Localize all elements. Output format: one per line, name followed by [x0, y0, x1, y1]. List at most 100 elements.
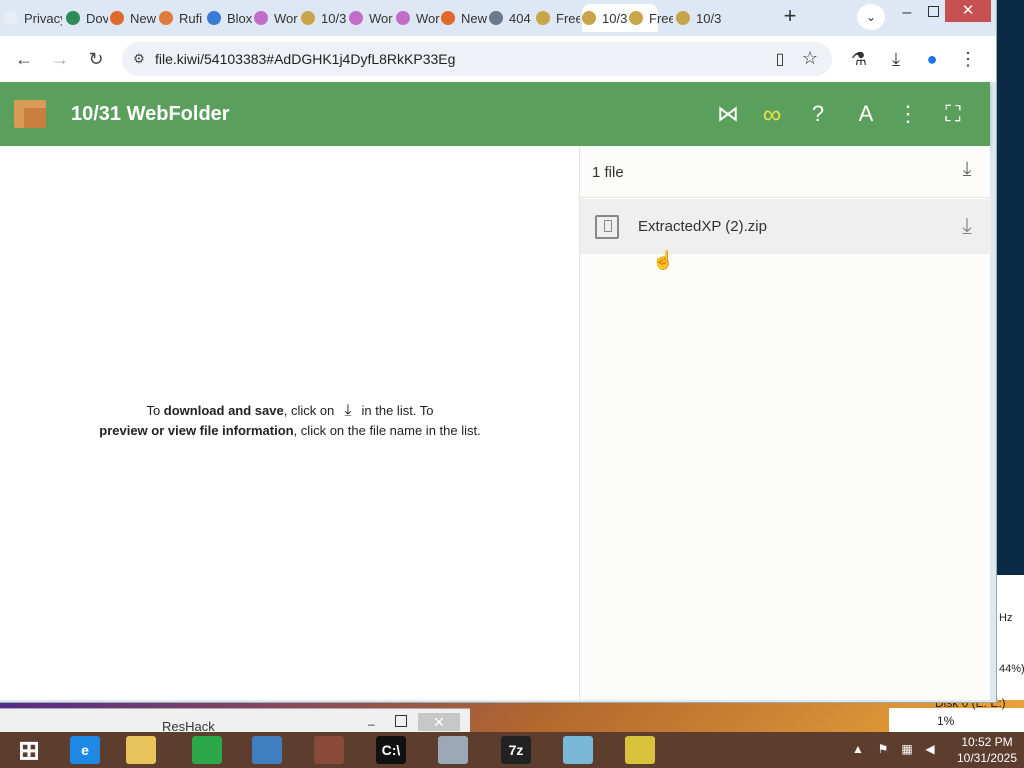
- tab-label: 404: [509, 10, 531, 26]
- download-all-icon[interactable]: ⤓: [954, 158, 980, 184]
- menu-kebab-icon[interactable]: ⋮: [956, 47, 980, 71]
- tab-label: Rufi: [179, 10, 203, 26]
- instructions-bold2: preview or view file information: [99, 423, 294, 438]
- page-content: 10/31 WebFolder ⋈ ∞ ? A ⋮ ⛶ To download …: [0, 82, 991, 700]
- reshack-icon: [625, 736, 655, 764]
- tab-search-button[interactable]: ⌄: [857, 4, 885, 30]
- reshack-maximize-button[interactable]: [395, 715, 407, 727]
- globe-app-icon: [252, 736, 282, 764]
- back-button[interactable]: ←: [11, 46, 37, 72]
- tab-favicon-icon: [110, 11, 124, 25]
- start-button[interactable]: ⊞: [0, 732, 58, 768]
- tray-expand-icon[interactable]: ▲: [850, 742, 866, 758]
- share-icon[interactable]: ⋈: [714, 100, 742, 128]
- taskbar-app-globe-app[interactable]: [238, 732, 296, 768]
- instructions-bold1: download and save: [163, 403, 284, 418]
- tab-label: Free: [556, 10, 580, 26]
- close-window-button[interactable]: ✕: [945, 0, 991, 22]
- browser-tab[interactable]: 10/3: [676, 4, 774, 32]
- tray-network-icon[interactable]: ▦: [899, 742, 915, 758]
- reload-button[interactable]: ↻: [83, 46, 109, 72]
- browser-tab[interactable]: Dov: [66, 4, 108, 32]
- instructions-part4: , click on the file name in the list.: [293, 423, 481, 438]
- tab-strip: Privacy a Dov New Rufi Blox Wor 10/3 Wor Wor New 4…: [0, 0, 996, 36]
- browser-tab[interactable]: Wor: [396, 4, 440, 32]
- more-options-icon[interactable]: ⋮: [894, 100, 922, 128]
- tab-favicon-icon: [489, 11, 503, 25]
- disk-percent: 1%: [937, 714, 955, 728]
- tab-favicon-icon: [349, 11, 363, 25]
- labs-flask-icon[interactable]: ⚗: [847, 47, 871, 71]
- browser-tab[interactable]: 404: [489, 4, 535, 32]
- file-name[interactable]: ExtractedXP (2).zip: [638, 218, 767, 235]
- tab-favicon-icon: [536, 11, 550, 25]
- tray-volume-icon[interactable]: ◀: [922, 742, 938, 758]
- taskbar-app-reshack[interactable]: [611, 732, 669, 768]
- file-download-icon[interactable]: ⤓: [953, 213, 981, 241]
- task-manager-icon: [438, 736, 468, 764]
- browser-tab[interactable]: Privacy a: [4, 4, 62, 32]
- tab-label: Wor: [416, 10, 440, 26]
- browser-tab[interactable]: New: [110, 4, 158, 32]
- taskbar-app-7zip[interactable]: 7z: [487, 732, 545, 768]
- tab-label: Blox: [227, 10, 253, 26]
- url-text[interactable]: file.kiwi/54103383#AdDGHK1j4DyfL8RkKP33E…: [155, 51, 455, 67]
- taskbar-app-store[interactable]: [178, 732, 236, 768]
- infinity-icon[interactable]: ∞: [758, 100, 786, 128]
- tab-favicon-icon: [254, 11, 268, 25]
- notepad-icon: [563, 736, 593, 764]
- taskbar-app-command-prompt[interactable]: C:\: [362, 732, 420, 768]
- browser-tab[interactable]: Wor: [349, 4, 395, 32]
- clock-time: 10:52 PM: [961, 735, 1013, 749]
- reshack-minimize-button[interactable]: –: [368, 717, 380, 731]
- tab-favicon-icon: [159, 11, 173, 25]
- tab-favicon-icon: [301, 11, 315, 25]
- maximize-button[interactable]: [928, 6, 939, 17]
- instructions-text: To download and save, click on ⤓ in the …: [60, 401, 520, 441]
- command-prompt-icon: C:\: [376, 736, 406, 764]
- zip-file-icon: [595, 215, 619, 239]
- translate-icon[interactable]: A: [852, 100, 880, 128]
- taskbar-app-file-explorer[interactable]: [112, 732, 170, 768]
- tab-label: Free: [649, 10, 673, 26]
- file-count: 1 file: [592, 164, 624, 181]
- browser-tab[interactable]: Rufi: [159, 4, 205, 32]
- tab-favicon-icon: [582, 11, 596, 25]
- page-info-icon[interactable]: ▯: [770, 49, 790, 69]
- reshack-close-button[interactable]: ✕: [418, 713, 460, 731]
- reshack-window-titlebar[interactable]: ResHack – ✕: [0, 708, 470, 734]
- site-info-icon[interactable]: ⚙: [130, 50, 148, 68]
- hz-label: Hz: [999, 612, 1013, 624]
- tray-flag-icon[interactable]: ⚑: [875, 742, 891, 758]
- browser-tab[interactable]: Free: [536, 4, 580, 32]
- fullscreen-icon[interactable]: ⛶: [939, 100, 967, 128]
- downloads-icon[interactable]: ⤓: [884, 47, 908, 71]
- instructions-part1: To: [146, 403, 164, 418]
- browser-tab[interactable]: Wor: [254, 4, 300, 32]
- file-list-item[interactable]: ExtractedXP (2).zip ⤓: [580, 199, 991, 254]
- help-icon[interactable]: ?: [804, 100, 832, 128]
- file-list-pane: 1 file ⤓ ExtractedXP (2).zip ⤓: [579, 146, 991, 700]
- address-bar[interactable]: ⚙ file.kiwi/54103383#AdDGHK1j4DyfL8RkKP3…: [122, 42, 832, 76]
- browser-tab[interactable]: New: [441, 4, 487, 32]
- tab-label: Dov: [86, 10, 108, 26]
- browser-tab[interactable]: Free: [629, 4, 673, 32]
- new-tab-button[interactable]: +: [779, 5, 801, 28]
- minimize-button[interactable]: –: [897, 4, 917, 24]
- tab-label: 10/3: [321, 10, 347, 26]
- forward-button[interactable]: →: [47, 46, 73, 72]
- browser-tab[interactable]: 10/3: [301, 4, 347, 32]
- bookmark-star-icon[interactable]: ☆: [800, 48, 820, 68]
- folder-icon: [14, 100, 46, 128]
- store-icon: [192, 736, 222, 764]
- taskbar-app-task-manager[interactable]: [424, 732, 482, 768]
- taskbar-app-photo-app[interactable]: [300, 732, 358, 768]
- profile-avatar-icon[interactable]: ●: [920, 47, 944, 71]
- browser-tab[interactable]: Blox: [207, 4, 253, 32]
- tab-favicon-icon: [396, 11, 410, 25]
- taskbar-app-notepad[interactable]: [549, 732, 607, 768]
- tab-label: New: [461, 10, 487, 26]
- hand-cursor-icon: ☝: [652, 250, 675, 270]
- taskbar-app-internet-explorer[interactable]: e: [56, 732, 114, 768]
- tray-clock[interactable]: 10:52 PM 10/31/2025: [950, 734, 1024, 766]
